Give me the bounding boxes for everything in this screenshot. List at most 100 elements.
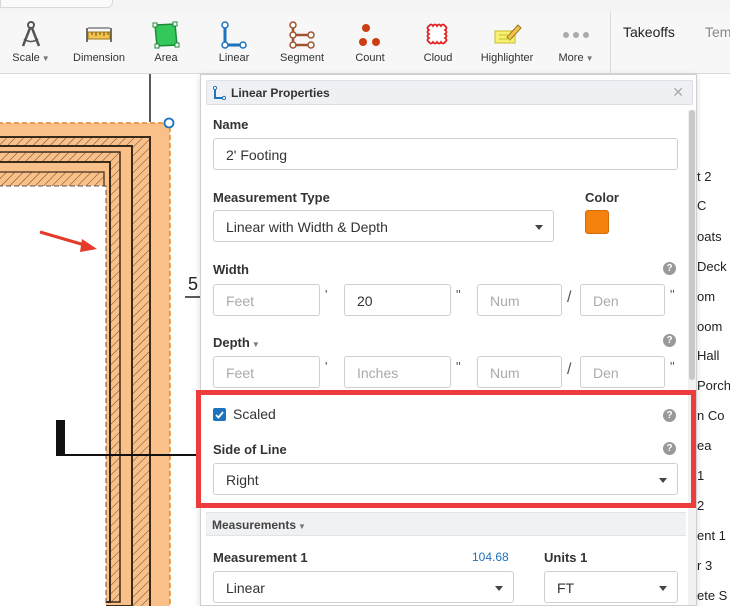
scale-label: Scale <box>12 52 40 64</box>
inches-unit: " <box>456 287 461 302</box>
depth-den-field[interactable]: Den <box>580 356 665 388</box>
units1-label: Units 1 <box>544 550 588 565</box>
help-icon[interactable]: ? <box>663 334 676 347</box>
area-tool[interactable]: Area <box>146 18 186 64</box>
width-den-field[interactable]: Den <box>580 284 665 316</box>
linear-properties-panel: Linear Properties ✕ Name 2' Footing Meas… <box>200 74 697 606</box>
linear-tool[interactable]: Linear <box>214 18 254 64</box>
cloud-tool[interactable]: Cloud <box>418 18 458 64</box>
tab-corner <box>0 0 113 8</box>
depth-feet-field[interactable]: Feet <box>213 356 320 388</box>
list-item[interactable]: Hall <box>697 348 719 363</box>
list-item[interactable]: t 2 <box>697 169 711 184</box>
count-dots-icon <box>359 24 380 46</box>
list-item[interactable]: ea <box>697 438 711 453</box>
more-dots-icon <box>563 32 589 38</box>
depth-num-field[interactable]: Num <box>477 356 562 388</box>
measurement1-value: 104.68 <box>472 550 509 564</box>
chevron-down-icon: ▼ <box>41 54 50 63</box>
list-item[interactable]: oom <box>697 319 722 334</box>
depth-inches-field[interactable]: Inches <box>344 356 451 388</box>
feet-unit: ' <box>325 359 328 374</box>
list-item[interactable]: r 3 <box>697 558 712 573</box>
cloud-label: Cloud <box>423 52 453 64</box>
segment-label: Segment <box>279 52 325 64</box>
linear-icon <box>213 86 226 100</box>
list-item[interactable]: 2 <box>697 498 704 513</box>
count-tool[interactable]: Count <box>350 18 390 64</box>
segment-icon <box>289 21 315 49</box>
takeoffs-list: t 2 C oats Deck om oom Hall Porch n Co e… <box>697 74 730 606</box>
fraction-slash: / <box>567 361 572 378</box>
fraction-slash: / <box>567 289 572 306</box>
measurements-section-header[interactable]: Measurements ▼ <box>206 512 686 536</box>
chevron-down-icon: ▼ <box>585 54 594 63</box>
area-polygon-icon <box>152 21 180 49</box>
segment-tool[interactable]: Segment <box>276 18 328 64</box>
annotation-highlight-box <box>196 390 696 508</box>
measurement-type-select[interactable]: Linear with Width & Depth <box>213 210 554 242</box>
list-item[interactable]: C <box>697 198 706 213</box>
compass-icon <box>21 21 41 47</box>
panel-header[interactable]: Linear Properties ✕ <box>206 80 693 105</box>
measurement1-label: Measurement 1 <box>213 550 308 565</box>
dimension-label: Dimension <box>73 52 125 64</box>
highlighter-tool[interactable]: Highlighter <box>476 18 538 64</box>
chevron-down-icon <box>535 225 543 230</box>
dimension-text: 5 <box>188 274 199 294</box>
list-item[interactable]: ete S <box>697 588 727 603</box>
color-label: Color <box>585 190 619 205</box>
name-field[interactable]: 2' Footing <box>213 138 678 170</box>
measurements-section-label: Measurements <box>212 518 297 532</box>
tab-takeoffs[interactable]: Takeoffs <box>623 24 675 40</box>
color-swatch[interactable] <box>585 210 609 234</box>
chevron-down-icon <box>495 586 503 591</box>
width-num-field[interactable]: Num <box>477 284 562 316</box>
measurement-type-value: Linear with Width & Depth <box>226 219 388 235</box>
list-item[interactable]: 1 <box>697 468 704 483</box>
more-label: More <box>558 52 584 64</box>
inches-unit: " <box>670 287 675 302</box>
takeoff-toolbar: Scale ▼ Dimension Area Linear Segment Cou… <box>0 12 610 74</box>
help-icon[interactable]: ? <box>663 262 676 275</box>
tab-templates[interactable]: Tem <box>705 24 730 40</box>
drawing-canvas[interactable]: 5 <box>0 74 200 606</box>
measurement1-type-select[interactable]: Linear <box>213 571 514 603</box>
ruler-icon <box>86 27 112 42</box>
width-feet-field[interactable]: Feet <box>213 284 320 316</box>
list-item[interactable]: Deck <box>697 259 727 274</box>
highlighter-label: Highlighter <box>480 52 534 64</box>
panel-title: Linear Properties <box>231 86 330 100</box>
measurement1-type-value: Linear <box>226 580 265 596</box>
list-item[interactable]: Porch <box>697 378 730 393</box>
area-label: Area <box>154 52 178 64</box>
close-icon[interactable]: ✕ <box>672 84 684 101</box>
list-item[interactable]: om <box>697 289 715 304</box>
cloud-icon <box>426 23 448 45</box>
width-label: Width <box>213 262 249 277</box>
highlighter-icon <box>494 24 522 44</box>
inches-unit: " <box>456 359 461 374</box>
scrollbar-thumb[interactable] <box>689 110 695 380</box>
list-item[interactable]: n Co <box>697 408 724 423</box>
list-item[interactable]: oats <box>697 229 722 244</box>
scale-tool[interactable]: Scale ▼ <box>8 18 54 64</box>
side-tabs: Takeoffs Tem <box>610 12 730 74</box>
list-item[interactable]: ent 1 <box>697 528 726 543</box>
dimension-tool[interactable]: Dimension <box>70 18 128 64</box>
depth-label[interactable]: Depth ▼ <box>213 335 260 350</box>
chevron-down-icon: ▼ <box>298 522 306 531</box>
more-tool[interactable]: More ▼ <box>554 18 598 64</box>
units1-select[interactable]: FT <box>544 571 678 603</box>
width-inches-field[interactable]: 20 <box>344 284 451 316</box>
count-label: Count <box>355 52 385 64</box>
footing-drawing <box>0 74 200 606</box>
linear-icon <box>221 21 247 49</box>
feet-unit: ' <box>325 287 328 302</box>
linear-label: Linear <box>218 52 250 64</box>
inches-unit: " <box>670 359 675 374</box>
window-top-strip <box>0 0 730 12</box>
chevron-down-icon <box>659 586 667 591</box>
chevron-down-icon: ▼ <box>251 340 260 349</box>
panel-scrollbar[interactable] <box>688 110 696 605</box>
